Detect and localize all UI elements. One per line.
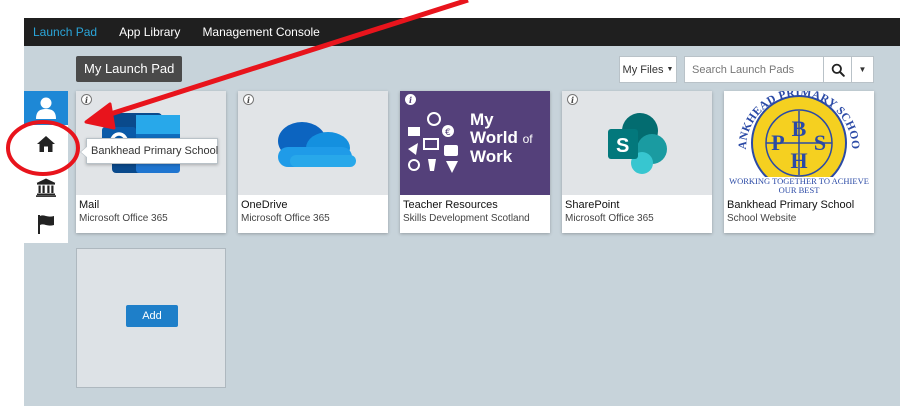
careers-symbols-icon: € (408, 112, 458, 173)
user-icon (36, 97, 56, 119)
sharepoint-icon: S (608, 113, 667, 174)
logo-word: of (522, 132, 533, 146)
launch-pad-sidebar (24, 91, 68, 243)
info-icon[interactable]: i (243, 94, 254, 105)
crest-letter: H (790, 148, 807, 173)
svg-text:€: € (445, 128, 451, 138)
add-button[interactable]: Add (126, 305, 178, 327)
nav-launch-pad[interactable]: Launch Pad (33, 25, 97, 39)
logo-word: Work (470, 147, 513, 166)
info-icon[interactable]: i (81, 94, 92, 105)
home-icon (37, 136, 55, 152)
sidebar-item-flag[interactable] (24, 207, 68, 241)
tile-image (238, 91, 388, 195)
crest-motto: WORKING TOGETHER TO ACHIEVE OUR BEST (729, 176, 869, 195)
search-icon (831, 63, 845, 77)
app-tile-onedrive[interactable]: i OneDrive Microsoft Office 365 (238, 91, 388, 233)
crest-letter: B (792, 116, 807, 141)
my-files-label: My Files (622, 63, 664, 76)
launch-pad-window: Launch Pad App Library Management Consol… (24, 18, 900, 406)
my-world-of-work-wordmark: My World of Work (470, 111, 533, 166)
info-icon[interactable]: i (567, 94, 578, 105)
app-tile-teacher-resources[interactable]: € My World of Work i Teacher Resources S… (400, 91, 550, 233)
tile-subtitle: Microsoft Office 365 (241, 213, 330, 224)
tile-title: OneDrive (241, 199, 288, 211)
svg-text:S: S (616, 135, 629, 157)
tile-subtitle: Microsoft Office 365 (79, 213, 168, 224)
search-options-button[interactable]: ▼ (851, 57, 873, 82)
crest-letter: S (814, 130, 826, 155)
tile-subtitle: Microsoft Office 365 (565, 213, 654, 224)
onedrive-cloud-icon (278, 122, 356, 167)
search-button[interactable] (823, 57, 851, 82)
sidebar-item-user[interactable] (24, 91, 68, 125)
tile-title: Teacher Resources (403, 199, 498, 211)
top-navigation: Launch Pad App Library Management Consol… (24, 18, 900, 46)
caret-down-icon: ▼ (858, 65, 867, 74)
my-files-dropdown[interactable]: My Files ▼ (619, 56, 677, 83)
search-box: ▼ (684, 56, 874, 83)
search-input[interactable] (685, 57, 823, 82)
caret-down-icon: ▼ (666, 66, 674, 73)
info-icon[interactable]: i (405, 94, 416, 105)
logo-word: My (470, 110, 494, 129)
sidebar-item-institution[interactable] (24, 170, 68, 204)
app-tile-bankhead-primary-school[interactable]: BANKHEAD PRIMARY SCHOOL B P S H WORKING … (724, 91, 874, 233)
tile-image: S (562, 91, 712, 195)
flag-icon (38, 215, 54, 234)
bank-icon (36, 178, 56, 197)
add-tile: Add (76, 248, 226, 388)
tile-title: Mail (79, 199, 100, 211)
tile-subtitle: School Website (727, 213, 797, 224)
nav-app-library[interactable]: App Library (119, 25, 180, 39)
school-crest-logo: BANKHEAD PRIMARY SCHOOL B P S H WORKING … (724, 91, 874, 195)
launch-pad-selector[interactable]: My Launch Pad (76, 56, 183, 82)
tile-subtitle: Skills Development Scotland (403, 213, 530, 224)
my-world-of-work-logo: € My World of Work (400, 91, 550, 195)
crest-letter: P (771, 130, 784, 155)
logo-word: World (470, 128, 518, 147)
tile-title: SharePoint (565, 199, 620, 211)
nav-management-console[interactable]: Management Console (202, 25, 319, 39)
home-tooltip: Bankhead Primary School (80, 138, 218, 164)
tile-title: Bankhead Primary School (727, 199, 855, 211)
sidebar-item-home[interactable] (24, 127, 68, 161)
app-tile-sharepoint[interactable]: S i SharePoint Microsoft Office 365 (562, 91, 712, 233)
